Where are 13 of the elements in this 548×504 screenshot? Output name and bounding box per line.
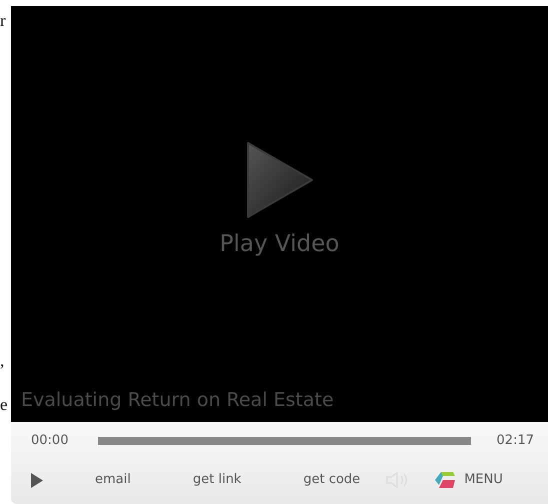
- text-fragment: e: [0, 396, 8, 413]
- player-link[interactable]: get code: [303, 470, 360, 490]
- cube-icon[interactable]: [434, 471, 456, 489]
- video-title: Evaluating Return on Real Estate: [21, 388, 334, 412]
- menu-link[interactable]: MENU: [464, 470, 503, 490]
- player-link[interactable]: email: [95, 470, 131, 490]
- text-fragment: r: [0, 12, 6, 29]
- play-icon[interactable]: [31, 472, 43, 488]
- player-link[interactable]: get link: [192, 470, 242, 490]
- elapsed-time: 00:00: [31, 432, 68, 450]
- progress-track[interactable]: [98, 437, 471, 445]
- duration-time: 02:17: [496, 432, 534, 450]
- text-fragment: ,: [0, 352, 4, 369]
